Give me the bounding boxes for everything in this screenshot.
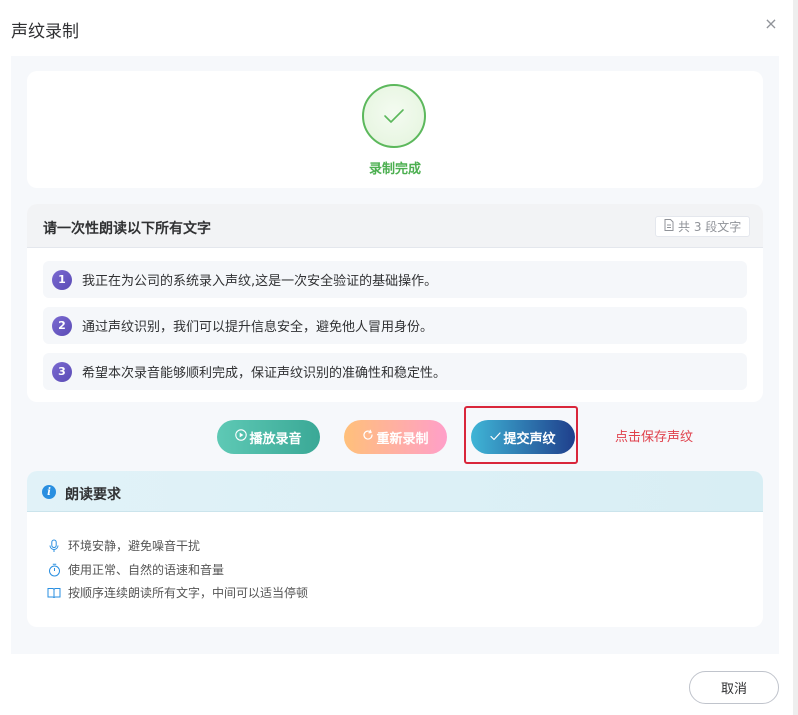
scrollbar-track[interactable] — [793, 0, 798, 715]
sentence-count-label: 共 3 段文字 — [678, 220, 742, 234]
sentence-text: 我正在为公司的系统录入声纹,这是一次安全验证的基础操作。 — [82, 274, 438, 289]
reading-title: 请一次性朗读以下所有文字 — [43, 221, 211, 237]
requirements-title: 朗读要求 — [65, 487, 121, 503]
check-icon — [362, 84, 426, 148]
list-item: 1 我正在为公司的系统录入声纹,这是一次安全验证的基础操作。 — [43, 261, 747, 298]
re-record-label: 重新录制 — [376, 431, 429, 447]
sentence-number: 3 — [52, 361, 72, 382]
list-item: 2 通过声纹识别，我们可以提升信息安全，避免他人冒用身份。 — [43, 307, 747, 344]
timer-icon — [47, 563, 61, 577]
voiceprint-dialog: 声纹录制 × 录制完成 请一次性朗读以下所有文字 共 3 段文字 1 我正在为公… — [0, 0, 798, 715]
status-text: 录制完成 — [368, 162, 421, 177]
cancel-button[interactable]: 取消 — [689, 671, 779, 704]
sentence-text: 希望本次录音能够顺利完成，保证声纹识别的准确性和稳定性。 — [82, 366, 447, 381]
document-icon — [664, 219, 674, 234]
list-item: 环境安静，避免噪音干扰 — [47, 537, 200, 554]
save-hint-text: 点击保存声纹 — [615, 430, 694, 445]
check-icon — [490, 430, 502, 445]
list-item: 使用正常、自然的语速和音量 — [47, 561, 224, 578]
info-icon: i — [42, 485, 56, 499]
re-record-button[interactable]: 重新录制 — [344, 420, 447, 454]
play-recording-button[interactable]: 播放录音 — [217, 420, 320, 454]
requirements-card: i 朗读要求 环境安静，避免噪音干扰 使用正常、自然的语速和音量 按顺序连续朗读… — [27, 471, 763, 627]
sentence-number: 2 — [52, 315, 72, 336]
submit-voiceprint-label: 提交声纹 — [503, 431, 556, 447]
dialog-title: 声纹录制 — [11, 22, 79, 42]
requirements-header: i 朗读要求 — [27, 471, 763, 512]
close-button[interactable]: × — [762, 13, 780, 33]
book-icon — [47, 586, 61, 600]
play-recording-label: 播放录音 — [249, 431, 302, 447]
microphone-icon — [47, 539, 61, 553]
reading-card: 请一次性朗读以下所有文字 共 3 段文字 1 我正在为公司的系统录入声纹,这是一… — [27, 204, 763, 402]
sentence-text: 通过声纹识别，我们可以提升信息安全，避免他人冒用身份。 — [82, 320, 434, 335]
requirement-text: 环境安静，避免噪音干扰 — [68, 539, 201, 553]
sentence-number: 1 — [52, 269, 72, 290]
list-item: 按顺序连续朗读所有文字，中间可以适当停顿 — [47, 584, 308, 601]
submit-voiceprint-button[interactable]: 提交声纹 — [471, 420, 575, 454]
refresh-icon — [362, 429, 374, 445]
sentence-count-badge: 共 3 段文字 — [655, 216, 751, 237]
close-icon: × — [764, 13, 778, 33]
reading-header: 请一次性朗读以下所有文字 共 3 段文字 — [27, 204, 763, 248]
requirement-text: 使用正常、自然的语速和音量 — [68, 563, 225, 577]
play-icon — [235, 429, 248, 445]
list-item: 3 希望本次录音能够顺利完成，保证声纹识别的准确性和稳定性。 — [43, 353, 747, 390]
requirement-text: 按顺序连续朗读所有文字，中间可以适当停顿 — [68, 586, 309, 600]
